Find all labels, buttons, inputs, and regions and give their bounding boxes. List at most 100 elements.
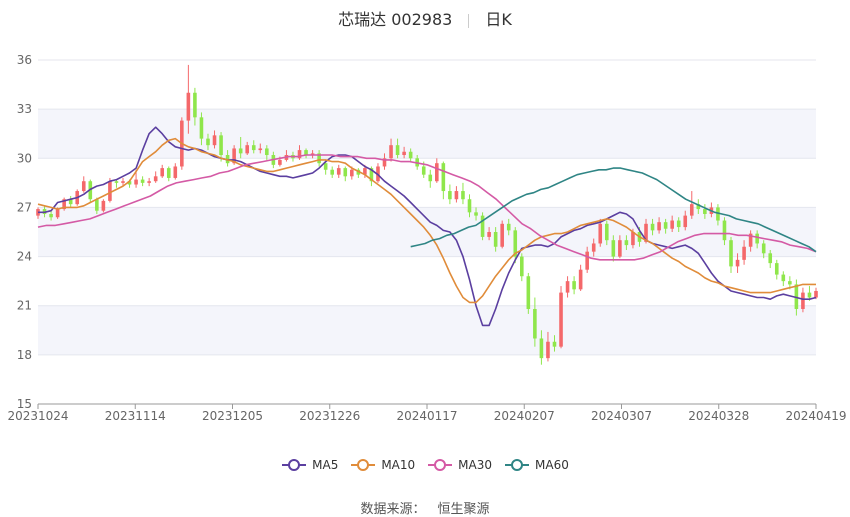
candle-body [611, 240, 616, 257]
candle-body [703, 209, 707, 214]
candle [330, 166, 334, 178]
legend-item-ma10[interactable]: MA10 [350, 458, 415, 472]
candle-body [735, 259, 740, 267]
candle-body [343, 168, 348, 177]
candle [480, 212, 485, 241]
candle-body [81, 181, 86, 192]
candle-body [506, 223, 511, 231]
candle-body [160, 168, 165, 177]
candle [454, 186, 459, 203]
candle-body [591, 243, 596, 252]
legend-label: MA60 [535, 458, 569, 472]
candle-body [650, 223, 655, 231]
candle [689, 191, 694, 219]
candle-body [323, 163, 328, 170]
y-tick-label: 18 [17, 348, 32, 362]
candle-body [598, 223, 603, 244]
y-tick-label: 24 [17, 250, 32, 264]
candle-body [435, 163, 439, 182]
candle [520, 253, 524, 282]
candle-body [774, 263, 779, 275]
grid-band [38, 305, 816, 355]
candle [336, 164, 341, 178]
candle-body [807, 292, 812, 298]
candle [140, 176, 145, 187]
candle-body [421, 166, 426, 175]
candle [101, 199, 106, 213]
candle-body [526, 276, 531, 309]
candle-body [121, 181, 125, 183]
legend-marker [505, 459, 530, 471]
candle-body [330, 169, 334, 175]
x-tick-label: 20231114 [105, 409, 166, 423]
candle-body [722, 220, 727, 241]
candle [774, 259, 779, 280]
candle [500, 220, 504, 249]
candle [729, 236, 733, 273]
candle-body [546, 341, 550, 359]
candle-body [350, 169, 354, 177]
candle-body [500, 223, 504, 247]
candle-body [428, 174, 433, 182]
candle [147, 177, 151, 187]
candle [559, 286, 563, 349]
candle-body [578, 269, 583, 290]
candle-body [336, 168, 341, 175]
data-source: 数据来源： 恒生聚源 [0, 498, 850, 517]
candle-body [212, 135, 217, 146]
x-axis: 20231024 20231114 20231205 20231226 20240117… [7, 403, 847, 423]
candle-body [663, 222, 668, 229]
candle-body [474, 212, 478, 216]
candle-body [166, 168, 171, 178]
candle-body [755, 233, 759, 244]
candle-body [814, 290, 818, 298]
candle [448, 184, 452, 205]
x-tick-label: 20231226 [299, 409, 360, 423]
y-tick-label: 21 [17, 299, 32, 313]
x-tick-label: 20231205 [202, 409, 263, 423]
candle-body [552, 341, 557, 347]
candle-body [631, 232, 635, 246]
candle [166, 166, 171, 182]
candle-body [729, 240, 733, 267]
candle [114, 179, 119, 188]
candle-body [140, 179, 145, 183]
candlestick-chart: 1518212427303336 20231024 20231114 2023120… [7, 53, 847, 423]
legend-marker [428, 459, 453, 471]
candle-body [251, 145, 256, 151]
candle-body [559, 292, 563, 347]
candle-body [683, 215, 688, 228]
candle-body [487, 232, 491, 237]
candle-body [493, 232, 498, 247]
candle-body [801, 292, 805, 309]
candle-body [520, 256, 524, 277]
candle-body [742, 246, 746, 260]
candle-body [768, 253, 773, 264]
candle-body [676, 220, 681, 228]
candle [441, 161, 446, 200]
legend-label: MA10 [381, 458, 416, 472]
candle-body [49, 213, 53, 218]
candle [565, 276, 570, 298]
candle-body [539, 338, 544, 359]
candle-body [781, 274, 786, 282]
candle-body [238, 148, 243, 154]
legend-label: MA30 [458, 458, 493, 472]
grid-band [38, 109, 816, 159]
legend-item-ma30[interactable]: MA30 [427, 458, 492, 472]
candle-body [461, 191, 465, 200]
candle-body [761, 243, 766, 254]
legend-item-ma5[interactable]: MA5 [281, 458, 338, 472]
candle-body [173, 166, 178, 178]
candle-body [788, 281, 792, 285]
candle-body [657, 222, 661, 231]
legend-item-ma60[interactable]: MA60 [504, 458, 569, 472]
candle-body [153, 176, 158, 182]
candle [173, 163, 178, 180]
y-tick-label: 30 [17, 151, 32, 165]
x-tick-label: 20231024 [7, 409, 68, 423]
candle-body [55, 209, 60, 218]
candle [62, 197, 66, 211]
x-tick-label: 20240207 [494, 409, 555, 423]
candle-body [108, 181, 112, 201]
